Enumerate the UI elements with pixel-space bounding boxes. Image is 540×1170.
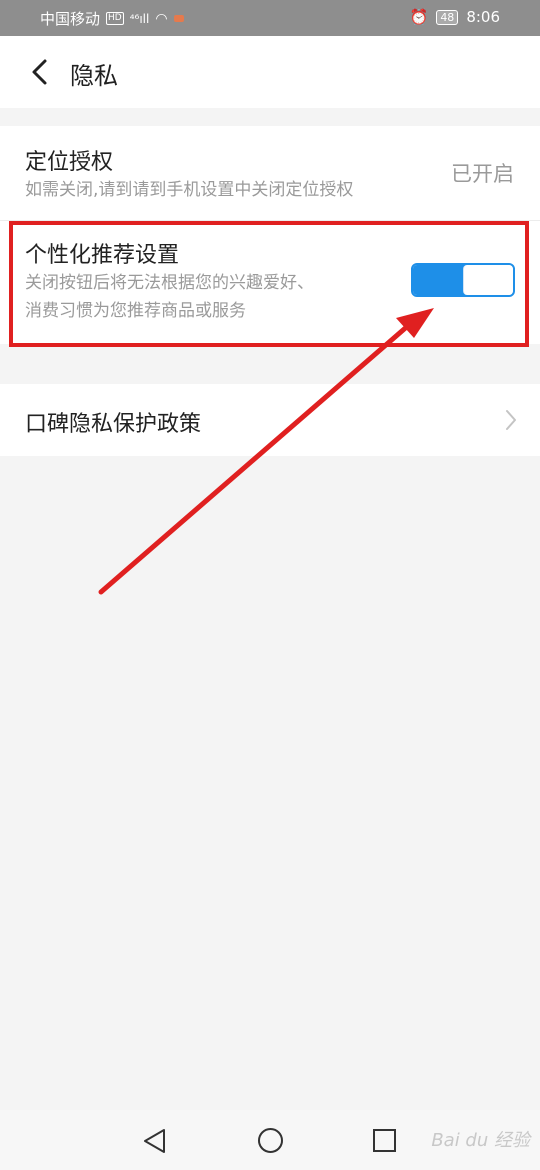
navigation-bar: Bai du 经验	[0, 1110, 540, 1170]
page-header: 隐私	[0, 36, 540, 108]
privacy-policy-row[interactable]: 口碑隐私保护政策	[0, 384, 540, 456]
alarm-icon: ⏰	[409, 8, 429, 26]
personalized-description: 关闭按钮后将无法根据您的兴趣爱好、 消费习惯为您推荐商品或服务	[25, 269, 314, 325]
chevron-right-icon	[506, 410, 516, 430]
personalized-recommendation-row: 个性化推荐设置 关闭按钮后将无法根据您的兴趣爱好、 消费习惯为您推荐商品或服务	[0, 220, 540, 344]
status-right: ⏰ 48 8:06	[410, 8, 500, 26]
back-arrow-icon[interactable]	[28, 58, 52, 86]
status-bar: 中国移动 HD ⁴⁶ıll ◠ ⏰ 48 8:06	[0, 0, 540, 36]
location-status: 已开启	[451, 162, 514, 186]
location-title: 定位授权	[25, 150, 114, 175]
status-left: 中国移动 HD ⁴⁶ıll ◠	[40, 8, 184, 29]
location-description: 如需关闭,请到请到手机设置中关闭定位授权	[25, 180, 354, 200]
personalized-description-line1: 关闭按钮后将无法根据您的兴趣爱好、	[25, 273, 314, 293]
nav-home-icon[interactable]	[257, 1127, 284, 1154]
policy-title: 口碑隐私保护政策	[25, 412, 202, 437]
signal-icon: ⁴⁶ıll	[129, 11, 150, 26]
toggle-fill	[413, 265, 467, 295]
personalized-description-line2: 消费习惯为您推荐商品或服务	[25, 301, 246, 321]
hd-badge: HD	[106, 12, 124, 25]
clock: 8:06	[466, 8, 500, 26]
toggle-knob	[463, 265, 513, 295]
wifi-icon: ◠	[155, 10, 168, 27]
location-permission-row[interactable]: 定位授权 如需关闭,请到请到手机设置中关闭定位授权 已开启	[0, 126, 540, 220]
personalized-title: 个性化推荐设置	[25, 243, 180, 268]
nav-back-icon[interactable]	[142, 1128, 168, 1154]
page-title: 隐私	[70, 62, 118, 90]
baidu-watermark: Bai du 经验	[431, 1130, 530, 1151]
carrier-label: 中国移动	[40, 10, 101, 28]
battery-icon: 48	[436, 9, 459, 25]
nav-recent-apps-icon[interactable]	[372, 1128, 397, 1153]
notification-icon	[173, 15, 184, 22]
personalized-toggle[interactable]	[411, 263, 515, 297]
